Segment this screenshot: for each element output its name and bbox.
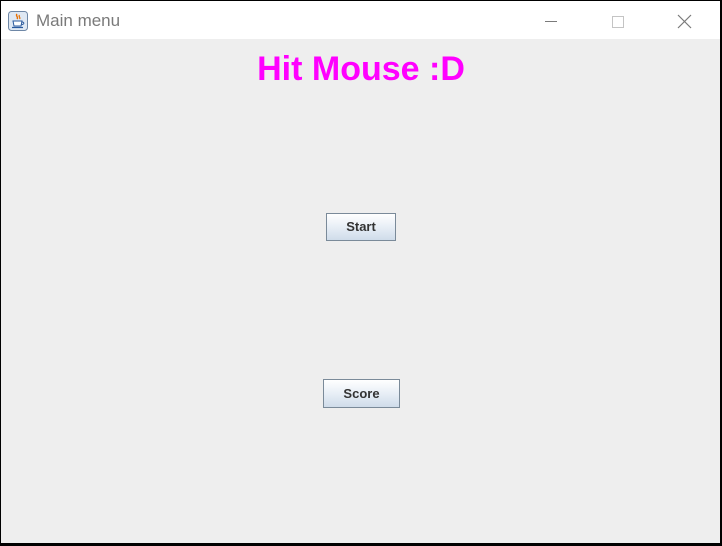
score-button[interactable]: Score (323, 379, 400, 408)
start-button[interactable]: Start (326, 213, 396, 241)
minimize-icon (545, 21, 557, 22)
menu-panel: Hit Mouse :D Start Score (1, 39, 720, 543)
title-bar[interactable]: Main menu (1, 1, 720, 39)
java-cup-icon (8, 11, 28, 31)
maximize-button[interactable] (595, 1, 641, 39)
main-menu-window: Main menu Hit Mouse :D Start Score (0, 0, 722, 546)
maximize-icon (612, 16, 624, 28)
close-icon (677, 14, 692, 29)
window-title: Main menu (36, 11, 121, 30)
close-button[interactable] (661, 1, 707, 39)
game-title-heading: Hit Mouse :D (257, 50, 465, 88)
minimize-button[interactable] (529, 1, 575, 39)
